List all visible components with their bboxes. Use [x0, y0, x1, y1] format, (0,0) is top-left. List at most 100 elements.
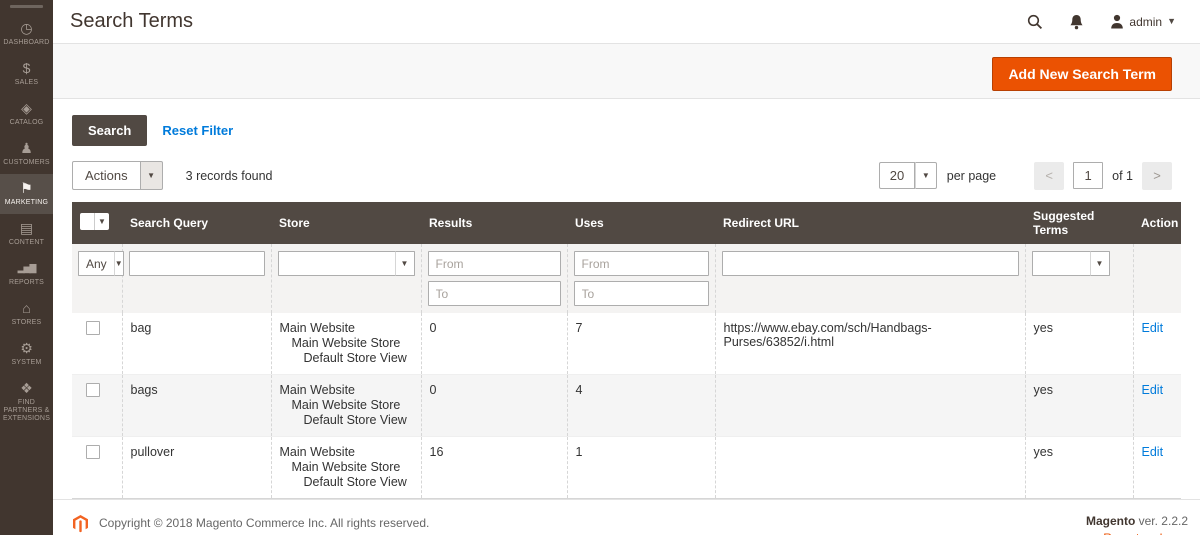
reset-filter-link[interactable]: Reset Filter — [162, 123, 233, 138]
cell-search-query: pullover — [121, 436, 271, 499]
cell-store: Main Website Main Website Store Default … — [270, 374, 421, 437]
actions-dropdown-label: Actions — [72, 161, 141, 190]
next-page-button[interactable]: > — [1142, 161, 1172, 190]
sidebar-item-marketing[interactable]: ⚑ MARKETING — [0, 174, 53, 214]
search-button[interactable]: Search — [72, 115, 148, 146]
filter-search-query-input[interactable] — [128, 251, 265, 276]
row-checkbox[interactable] — [86, 445, 100, 459]
table-row[interactable]: bags Main Website Main Website Store Def… — [72, 374, 1181, 437]
suggested-select-value — [1031, 251, 1090, 276]
store-line: Default Store View — [303, 413, 407, 427]
current-page-input[interactable] — [1073, 162, 1104, 189]
system-icon: ⚙ — [20, 340, 33, 356]
sidebar-item-label: MARKETING — [4, 199, 49, 206]
filter-actions-row: Search Reset Filter — [72, 115, 1172, 146]
search-icon[interactable] — [1027, 14, 1043, 30]
cell-store: Main Website Main Website Store Default … — [270, 313, 421, 375]
filter-uses-to-input[interactable] — [573, 281, 709, 306]
store-line: Main Website Store — [291, 398, 401, 412]
any-select-value: Any — [78, 251, 114, 276]
sidebar-item-dashboard[interactable]: ◷ DASHBOARD — [0, 14, 53, 54]
chevron-down-icon: ▼ — [113, 251, 124, 276]
cell-suggested-terms: yes — [1024, 436, 1133, 499]
dashboard-icon: ◷ — [20, 20, 33, 36]
cell-results: 0 — [420, 374, 567, 437]
column-header-uses[interactable]: Uses — [567, 202, 715, 244]
store-line: Main Website — [279, 445, 356, 459]
magento-logo-mark[interactable] — [10, 5, 43, 8]
store-line: Default Store View — [303, 351, 407, 365]
store-line: Main Website — [279, 383, 356, 397]
table-row[interactable]: bag Main Website Main Website Store Defa… — [72, 313, 1181, 375]
sidebar-item-label: REPORTS — [8, 279, 45, 286]
filter-uses-from-input[interactable] — [573, 251, 709, 276]
pagination: < of 1 > — [1034, 161, 1172, 190]
per-page-select[interactable]: 20 ▼ — [878, 162, 937, 189]
cell-store: Main Website Main Website Store Default … — [270, 436, 421, 499]
massaction-any-select[interactable]: Any ▼ — [78, 251, 124, 276]
column-header-action: Action — [1133, 202, 1181, 244]
user-icon — [1111, 14, 1124, 29]
chevron-down-icon: ▼ — [147, 170, 156, 180]
actions-dropdown[interactable]: Actions ▼ — [72, 161, 163, 190]
row-checkbox[interactable] — [86, 383, 100, 397]
edit-link[interactable]: Edit — [1142, 445, 1164, 459]
per-page-label: per page — [946, 168, 997, 183]
sidebar-item-reports[interactable]: ▂▅▇ REPORTS — [0, 254, 53, 294]
copyright-text: Copyright © 2018 Magento Commerce Inc. A… — [99, 516, 430, 530]
admin-account-menu[interactable]: admin ▼ — [1110, 14, 1176, 29]
sidebar-item-content[interactable]: ▤ CONTENT — [0, 214, 53, 254]
search-terms-grid: ▼ Search Query Store Results Uses Redire… — [72, 202, 1181, 499]
sidebar-item-catalog[interactable]: ◈ CATALOG — [0, 94, 53, 134]
column-header-redirect-url[interactable]: Redirect URL — [715, 202, 1025, 244]
cell-uses: 4 — [566, 374, 715, 437]
cell-redirect-url: https://www.ebay.com/sch/Handbags-Purses… — [714, 313, 1025, 375]
chevron-down-icon: ▼ — [921, 170, 930, 180]
notifications-bell-icon[interactable] — [1069, 14, 1084, 30]
column-header-store[interactable]: Store — [271, 202, 421, 244]
filter-suggested-terms-select[interactable]: ▼ — [1031, 251, 1110, 276]
filter-results-from-input[interactable] — [427, 251, 561, 276]
cell-uses: 1 — [566, 436, 715, 499]
filter-redirect-url-input[interactable] — [721, 251, 1019, 276]
per-page-value: 20 — [878, 162, 915, 189]
previous-page-button[interactable]: < — [1034, 161, 1065, 190]
sidebar-item-label: DASHBOARD — [3, 39, 50, 46]
admin-sidebar: ◷ DASHBOARD $ SALES ◈ CATALOG ♟ CUSTOMER… — [0, 0, 53, 535]
filter-results-to-input[interactable] — [427, 281, 561, 306]
sidebar-item-stores[interactable]: ⌂ STORES — [0, 294, 53, 334]
report-an-issue-link[interactable]: Report an Issue — [1103, 531, 1188, 535]
add-new-search-term-button[interactable]: Add New Search Term — [992, 57, 1172, 91]
cell-search-query: bags — [121, 374, 271, 437]
catalog-icon: ◈ — [21, 100, 32, 116]
column-header-results[interactable]: Results — [421, 202, 567, 244]
table-row[interactable]: pullover Main Website Main Website Store… — [72, 436, 1181, 499]
chevron-down-icon: ▼ — [1167, 16, 1176, 26]
chevron-down-icon: ▼ — [394, 251, 415, 276]
records-found-text: 3 records found — [185, 168, 273, 183]
column-header-suggested-terms[interactable]: Suggested Terms — [1025, 202, 1133, 244]
column-header-search-query[interactable]: Search Query — [122, 202, 271, 244]
cell-redirect-url — [714, 436, 1025, 499]
sidebar-item-label: CONTENT — [8, 239, 45, 246]
edit-link[interactable]: Edit — [1142, 383, 1164, 397]
select-all-dropdown[interactable]: ▼ — [80, 213, 109, 230]
edit-link[interactable]: Edit — [1142, 321, 1164, 335]
sidebar-item-system[interactable]: ⚙ SYSTEM — [0, 334, 53, 374]
reports-icon: ▂▅▇ — [17, 263, 37, 273]
page-header: Search Terms admin ▼ — [53, 0, 1200, 43]
select-all-checkbox[interactable] — [80, 213, 95, 230]
sidebar-item-find-partners[interactable]: ❖ FIND PARTNERS & EXTENSIONS — [0, 374, 53, 430]
store-line: Main Website Store — [291, 460, 401, 474]
sidebar-item-label: STORES — [11, 319, 42, 326]
sidebar-item-customers[interactable]: ♟ CUSTOMERS — [0, 134, 53, 174]
row-checkbox[interactable] — [86, 321, 100, 335]
stores-icon: ⌂ — [22, 300, 31, 316]
find-partners-icon: ❖ — [20, 380, 33, 396]
grid-toolbar: Actions ▼ 3 records found 20 ▼ per page … — [72, 161, 1172, 190]
cell-suggested-terms: yes — [1024, 374, 1133, 437]
filter-store-select[interactable]: ▼ — [277, 251, 415, 276]
cell-uses: 7 — [566, 313, 715, 375]
cell-search-query: bag — [121, 313, 271, 375]
sidebar-item-sales[interactable]: $ SALES — [0, 54, 53, 94]
